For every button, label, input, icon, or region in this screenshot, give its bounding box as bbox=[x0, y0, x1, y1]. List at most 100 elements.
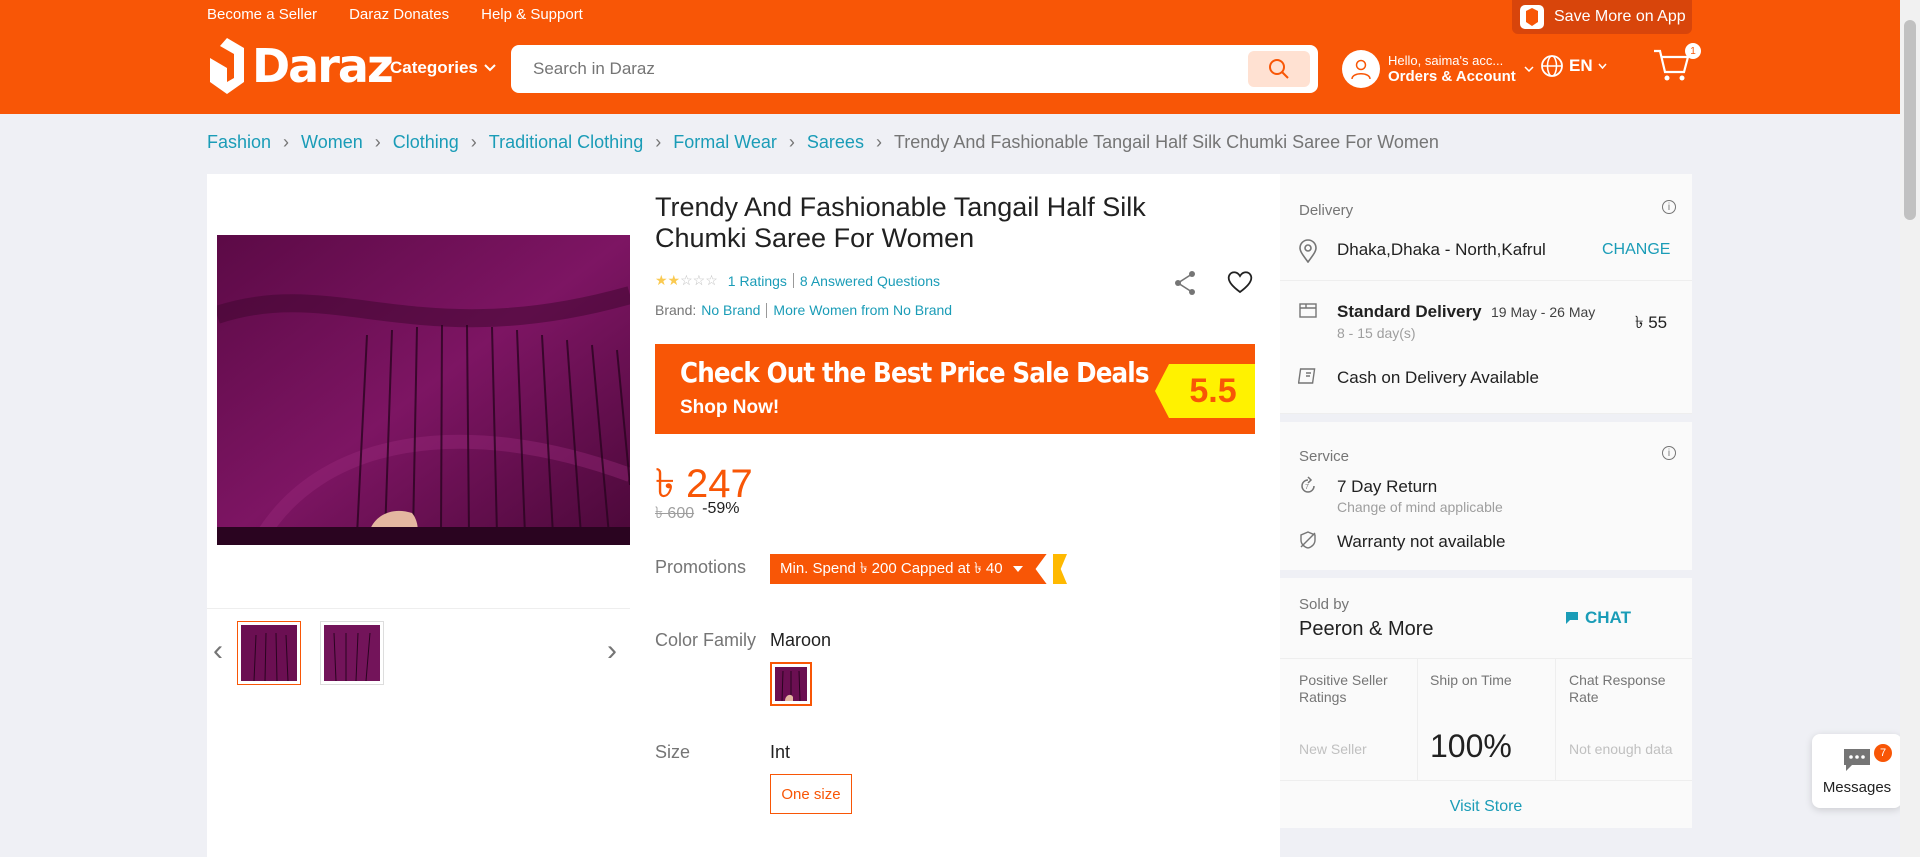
categories-label: Categories bbox=[390, 58, 478, 77]
chevron-right-icon: › bbox=[788, 132, 795, 152]
daraz-donates-link[interactable]: Daraz Donates bbox=[349, 6, 449, 23]
warranty-text: Warranty not available bbox=[1337, 532, 1506, 551]
site-header: Become a Seller Daraz Donates Help & Sup… bbox=[0, 0, 1900, 114]
ratings-row: ★★☆☆☆ 1 Ratings 8 Answered Questions bbox=[655, 272, 940, 289]
orders-account-label: Orders & Account bbox=[1388, 68, 1516, 85]
ratings-link[interactable]: 1 Ratings bbox=[728, 273, 787, 289]
share-icon[interactable] bbox=[1173, 270, 1197, 301]
discount-percent: -59% bbox=[702, 500, 740, 517]
chevron-right-icon: › bbox=[374, 132, 381, 152]
divider bbox=[1555, 658, 1556, 780]
caret-down-icon bbox=[1012, 566, 1023, 572]
logo-text: Daraz bbox=[252, 39, 394, 93]
divider bbox=[792, 273, 794, 288]
chevron-right-icon: › bbox=[283, 132, 290, 152]
categories-menu[interactable]: Categories bbox=[390, 58, 496, 78]
thumbnail-1[interactable] bbox=[237, 621, 301, 685]
change-location-link[interactable]: CHANGE bbox=[1602, 241, 1670, 259]
divider bbox=[1280, 658, 1692, 659]
standard-delivery-title: Standard Delivery bbox=[1337, 302, 1482, 321]
chat-label: CHAT bbox=[1585, 608, 1631, 627]
warranty-shield-icon bbox=[1300, 531, 1316, 549]
save-more-app-button[interactable]: Save More on App bbox=[1512, 0, 1692, 34]
promo-text: Min. Spend ৳ 200 Capped at ৳ 40 bbox=[780, 559, 1003, 577]
breadcrumb-fashion[interactable]: Fashion bbox=[207, 132, 271, 153]
daraz-logo-icon bbox=[210, 38, 244, 94]
delivery-dates: 19 May - 26 May bbox=[1491, 304, 1596, 320]
search-bar bbox=[511, 45, 1318, 93]
chevron-down-icon bbox=[1524, 66, 1534, 72]
chevron-down-icon bbox=[1598, 63, 1607, 69]
service-label: Service bbox=[1299, 448, 1350, 465]
breadcrumb-sarees[interactable]: Sarees bbox=[807, 132, 864, 153]
return-policy-subtitle: Change of mind applicable bbox=[1337, 499, 1503, 515]
chevron-right-icon: › bbox=[875, 132, 882, 152]
original-price-row: ৳ 600 -59% bbox=[655, 500, 739, 527]
breadcrumb-clothing[interactable]: Clothing bbox=[393, 132, 459, 153]
product-main-image[interactable] bbox=[217, 235, 630, 545]
seller-section: Sold by Peeron & More CHAT Positive Sell… bbox=[1280, 578, 1692, 828]
return-policy-title: 7 Day Return bbox=[1337, 477, 1438, 496]
promotion-voucher[interactable]: Min. Spend ৳ 200 Capped at ৳ 40 bbox=[770, 554, 1047, 584]
scrollbar-thumb[interactable] bbox=[1904, 20, 1916, 220]
user-avatar-icon bbox=[1342, 50, 1380, 88]
positive-ratings-value: New Seller bbox=[1299, 741, 1367, 757]
service-section: Service i 7 7 Day Return Change of mind … bbox=[1280, 422, 1692, 570]
language-selector[interactable]: EN bbox=[1540, 54, 1607, 78]
banner-shop-now: Shop Now! bbox=[680, 397, 780, 418]
breadcrumb-formal-wear[interactable]: Formal Wear bbox=[673, 132, 777, 153]
positive-ratings-label: Positive Seller Ratings bbox=[1299, 672, 1388, 705]
seller-name[interactable]: Peeron & More bbox=[1299, 618, 1434, 641]
breadcrumb-current: Trendy And Fashionable Tangail Half Silk… bbox=[893, 132, 1439, 152]
cash-on-delivery-text: Cash on Delivery Available bbox=[1337, 368, 1539, 387]
info-icon[interactable]: i bbox=[1662, 200, 1676, 214]
search-icon bbox=[1269, 59, 1289, 79]
account-menu[interactable]: Hello, saima's acc... Orders & Account bbox=[1342, 50, 1534, 88]
size-option-one-size[interactable]: One size bbox=[770, 774, 852, 814]
delivery-label: Delivery bbox=[1299, 202, 1354, 219]
chevron-right-icon[interactable]: › bbox=[607, 634, 617, 668]
size-label: Size bbox=[655, 742, 691, 762]
breadcrumb-women[interactable]: Women bbox=[301, 132, 363, 153]
chevron-left-icon[interactable]: ‹ bbox=[213, 634, 223, 668]
page-scrollbar[interactable] bbox=[1900, 0, 1920, 857]
divider bbox=[1417, 658, 1418, 780]
answered-questions-link[interactable]: 8 Answered Questions bbox=[800, 273, 940, 289]
more-from-brand-link[interactable]: More Women from No Brand bbox=[773, 302, 952, 318]
chat-bubble-icon bbox=[1844, 748, 1870, 771]
top-links: Become a Seller Daraz Donates Help & Sup… bbox=[207, 6, 583, 23]
chat-response-value: Not enough data bbox=[1569, 741, 1673, 757]
daraz-app-icon bbox=[1520, 5, 1544, 29]
ship-on-time-label: Ship on Time bbox=[1430, 672, 1512, 688]
wishlist-heart-icon[interactable] bbox=[1227, 270, 1253, 299]
search-button[interactable] bbox=[1248, 51, 1310, 87]
delivery-fee: ৳ 55 bbox=[1635, 313, 1668, 332]
original-price: ৳ 600 bbox=[655, 505, 695, 522]
chat-icon bbox=[1566, 612, 1578, 624]
delivery-section: Delivery i Dhaka,Dhaka - North,Kafrul CH… bbox=[1280, 174, 1692, 414]
chat-button[interactable]: CHAT bbox=[1565, 608, 1631, 628]
help-support-link[interactable]: Help & Support bbox=[481, 6, 583, 23]
brand-row: Brand: No Brand More Women from No Brand bbox=[655, 302, 952, 318]
thumbnail-2[interactable] bbox=[320, 621, 384, 685]
chat-response-label: Chat Response Rate bbox=[1569, 672, 1666, 705]
product-panel: ‹ › Trendy And Fashionable Tangail Half … bbox=[207, 174, 1280, 857]
promo-edge-decoration bbox=[1053, 554, 1067, 584]
color-swatch-maroon[interactable] bbox=[770, 662, 812, 706]
sale-banner[interactable]: Check Out the Best Price Sale Deals Shop… bbox=[655, 344, 1255, 434]
breadcrumb-traditional-clothing[interactable]: Traditional Clothing bbox=[489, 132, 643, 153]
location-pin-icon bbox=[1299, 239, 1317, 263]
visit-store-link[interactable]: Visit Store bbox=[1280, 798, 1692, 816]
become-seller-link[interactable]: Become a Seller bbox=[207, 6, 317, 23]
daraz-logo[interactable]: Daraz bbox=[210, 38, 394, 94]
brand-label: Brand: bbox=[655, 302, 697, 318]
search-input[interactable] bbox=[533, 45, 1233, 93]
save-app-label: Save More on App bbox=[1554, 8, 1686, 25]
messages-count-badge: 7 bbox=[1874, 744, 1892, 762]
brand-link[interactable]: No Brand bbox=[701, 302, 760, 318]
cart-button[interactable]: 1 bbox=[1652, 43, 1701, 87]
messages-widget[interactable]: Messages 7 bbox=[1812, 734, 1902, 808]
info-icon[interactable]: i bbox=[1662, 446, 1676, 460]
ship-on-time-value: 100% bbox=[1430, 728, 1512, 764]
rating-stars: ★★☆☆☆ bbox=[655, 272, 718, 288]
